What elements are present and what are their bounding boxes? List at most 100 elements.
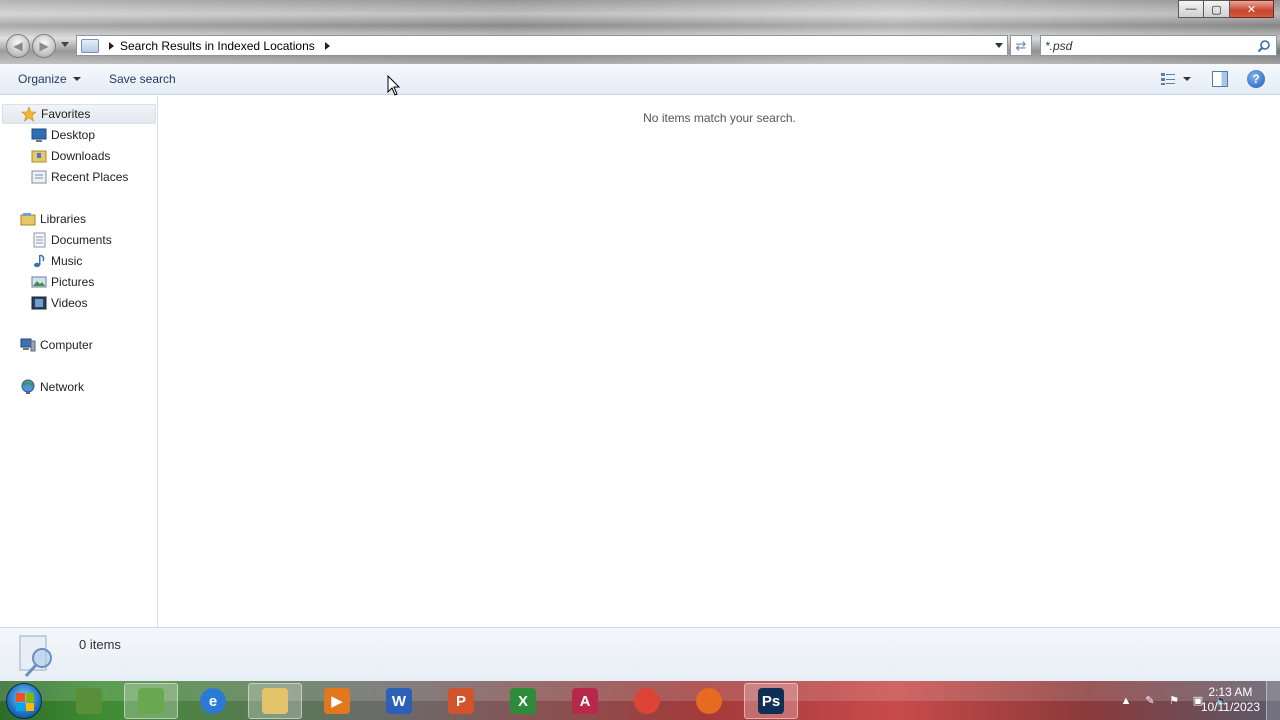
empty-results-message: No items match your search. <box>643 111 796 125</box>
nav-item-label: Music <box>51 254 83 268</box>
action-center-flag-icon[interactable]: ⚑ <box>1166 694 1182 708</box>
nav-item-label: Pictures <box>51 275 95 289</box>
refresh-icon: ⇄ <box>1015 37 1027 53</box>
nav-favorites[interactable]: Favorites <box>2 104 156 124</box>
taskbar-excel-button[interactable]: X <box>496 683 550 719</box>
nav-item-desktop[interactable]: Desktop <box>31 125 95 145</box>
taskbar: e ▶ W P X A Ps ▲ ✎ ⚑ ▣ 🔈 2:13 AM 10/11/2023 <box>0 681 1280 720</box>
breadcrumb-separator-icon[interactable] <box>324 41 330 50</box>
taskbar-program-manager-button[interactable] <box>62 683 116 719</box>
access-icon: A <box>572 688 598 714</box>
media-player-icon: ▶ <box>324 688 350 714</box>
nav-item-downloads[interactable]: Downloads <box>31 146 110 166</box>
mouse-cursor-icon <box>387 75 401 96</box>
powerpoint-icon: P <box>448 688 474 714</box>
navigation-pane: Favorites Desktop Downloads Recent Place… <box>0 96 158 627</box>
pictures-icon <box>31 274 47 290</box>
word-icon: W <box>386 688 412 714</box>
nav-item-label: Downloads <box>51 149 111 163</box>
nav-network-label: Network <box>40 380 85 394</box>
search-icon[interactable] <box>1257 39 1271 53</box>
breadcrumb-search-results[interactable]: Search Results in Indexed Locations <box>120 39 315 53</box>
close-button[interactable]: ✕ <box>1230 0 1274 18</box>
show-hidden-icons-icon[interactable]: ▲ <box>1118 694 1134 708</box>
pen-icon[interactable]: ✎ <box>1142 694 1158 708</box>
address-bar[interactable]: Search Results in Indexed Locations <box>76 35 1008 56</box>
taskbar-powerpoint-button[interactable]: P <box>434 683 488 719</box>
forward-button[interactable]: ▶ <box>32 34 56 58</box>
documents-icon <box>31 232 47 248</box>
firefox-icon <box>696 688 722 714</box>
preview-pane-button[interactable] <box>1212 71 1228 87</box>
network-globe-icon <box>20 379 36 395</box>
nav-item-label: Recent Places <box>51 170 129 184</box>
organize-label: Organize <box>18 72 67 86</box>
nav-item-pictures[interactable]: Pictures <box>31 272 94 292</box>
forward-arrow-icon: ▶ <box>39 39 49 53</box>
taskbar-windows-explorer-button[interactable] <box>248 683 302 719</box>
nav-item-label: Documents <box>51 233 112 247</box>
computer-icon <box>20 337 36 353</box>
start-button[interactable] <box>6 683 42 719</box>
file-list-view[interactable]: No items match your search. <box>159 96 1280 627</box>
search-magnifier-icon <box>19 635 52 678</box>
breadcrumb-separator-icon[interactable] <box>109 41 114 50</box>
taskbar-firefox-button[interactable] <box>682 683 736 719</box>
organize-button[interactable]: Organize <box>18 72 81 86</box>
taskbar-users-button[interactable] <box>124 683 178 719</box>
libraries-icon <box>20 211 36 227</box>
users-icon <box>138 688 164 714</box>
excel-icon: X <box>510 688 536 714</box>
taskbar-access-button[interactable]: A <box>558 683 612 719</box>
search-input[interactable] <box>1041 36 1251 55</box>
save-search-button[interactable]: Save search <box>109 72 176 86</box>
nav-item-videos[interactable]: Videos <box>31 293 87 313</box>
taskbar-photoshop-button[interactable]: Ps <box>744 683 798 719</box>
nav-network[interactable]: Network <box>20 377 84 397</box>
nav-item-label: Videos <box>51 296 88 310</box>
nav-libraries[interactable]: Libraries <box>20 209 86 229</box>
maximize-button[interactable]: ▢ <box>1204 0 1230 18</box>
desktop-icon <box>31 127 47 143</box>
help-button[interactable]: ? <box>1247 70 1265 88</box>
internet-explorer-icon: e <box>200 688 226 714</box>
item-count: 0 items <box>79 637 121 652</box>
clock-time: 2:13 AM <box>1208 685 1253 699</box>
chrome-icon <box>634 688 660 714</box>
star-icon <box>21 106 37 122</box>
minimize-button[interactable]: — <box>1178 0 1204 18</box>
nav-favorites-label: Favorites <box>41 107 91 121</box>
view-options-dropdown[interactable] <box>1183 77 1191 81</box>
taskbar-word-button[interactable]: W <box>372 683 426 719</box>
search-box[interactable] <box>1040 35 1277 56</box>
videos-icon <box>31 295 47 311</box>
show-desktop-button[interactable] <box>1266 681 1280 720</box>
taskbar-internet-explorer-button[interactable]: e <box>186 683 240 719</box>
recent-pages-dropdown[interactable] <box>61 42 69 47</box>
music-note-icon <box>31 253 47 269</box>
nav-item-label: Desktop <box>51 128 96 142</box>
photoshop-icon: Ps <box>758 688 784 714</box>
nav-computer[interactable]: Computer <box>20 335 93 355</box>
chevron-down-icon <box>72 77 81 81</box>
program-manager-icon <box>76 688 102 714</box>
nav-item-documents[interactable]: Documents <box>31 230 112 250</box>
taskbar-media-player-button[interactable]: ▶ <box>310 683 364 719</box>
command-bar: Organize Save search ? <box>0 64 1280 95</box>
change-view-icon[interactable] <box>1160 72 1176 86</box>
details-pane: 0 items <box>0 627 1280 681</box>
windows-explorer-icon <box>262 688 288 714</box>
nav-item-music[interactable]: Music <box>31 251 82 271</box>
back-arrow-icon: ◀ <box>13 39 23 53</box>
back-button[interactable]: ◀ <box>6 34 30 58</box>
nav-item-recent-places[interactable]: Recent Places <box>31 167 128 187</box>
search-folder-icon <box>81 38 99 53</box>
downloads-folder-icon <box>31 148 47 164</box>
system-clock[interactable]: 2:13 AM 10/11/2023 <box>1201 685 1260 715</box>
taskbar-chrome-button[interactable] <box>620 683 674 719</box>
window-controls: — ▢ ✕ <box>1178 0 1274 18</box>
nav-computer-label: Computer <box>40 338 93 352</box>
clock-date: 10/11/2023 <box>1200 700 1260 714</box>
refresh-button[interactable]: ⇄ <box>1010 35 1032 56</box>
address-history-dropdown[interactable] <box>995 43 1003 48</box>
